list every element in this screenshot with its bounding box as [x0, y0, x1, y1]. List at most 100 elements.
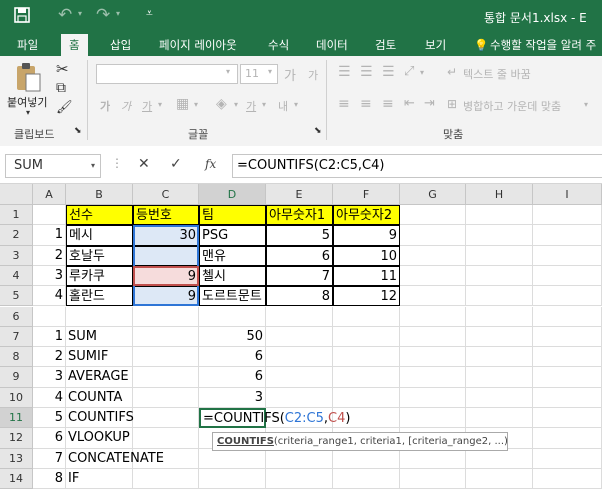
- increase-indent-icon[interactable]: ⇥: [424, 96, 435, 111]
- tab-file[interactable]: 파일: [17, 37, 38, 53]
- font-color-dropdown-icon[interactable]: ▾: [262, 100, 266, 109]
- row-header[interactable]: 2: [0, 225, 33, 246]
- borders-icon[interactable]: ▦: [176, 96, 189, 112]
- cell[interactable]: [533, 225, 602, 246]
- wrap-text-button[interactable]: 텍스트 줄 바꿈: [463, 66, 531, 82]
- cell[interactable]: [466, 245, 533, 266]
- function-result-cell[interactable]: 6: [199, 347, 266, 368]
- cell[interactable]: [533, 265, 602, 287]
- undo-dropdown-icon[interactable]: ▾: [78, 9, 82, 18]
- merge-center-button[interactable]: 병합하고 가운데 맞춤: [463, 98, 561, 114]
- increase-font-icon[interactable]: 가: [284, 65, 296, 84]
- cell[interactable]: [466, 347, 533, 368]
- cell[interactable]: [333, 367, 400, 388]
- column-header[interactable]: F: [333, 184, 400, 205]
- cell[interactable]: [400, 468, 466, 490]
- table-data-cell[interactable]: 5: [266, 225, 333, 246]
- table-data-cell[interactable]: 맨유: [199, 245, 266, 266]
- function-number-cell[interactable]: 1: [33, 326, 66, 348]
- cell[interactable]: [266, 387, 333, 408]
- cell[interactable]: [400, 367, 466, 388]
- name-box[interactable]: SUM ▾: [5, 154, 101, 178]
- cell[interactable]: [533, 286, 602, 307]
- cell[interactable]: [133, 387, 199, 408]
- row-number-cell[interactable]: 3: [33, 265, 66, 287]
- align-left-icon[interactable]: ≡: [338, 96, 350, 112]
- undo-icon[interactable]: ↶: [58, 5, 72, 25]
- table-header-cell[interactable]: 선수: [66, 205, 133, 226]
- decrease-indent-icon[interactable]: ⇤: [404, 96, 415, 111]
- cell[interactable]: [466, 326, 533, 348]
- cell[interactable]: [533, 468, 602, 490]
- row-header[interactable]: 4: [0, 265, 33, 287]
- clipboard-launcher-icon[interactable]: ⬊: [74, 126, 82, 136]
- tab-insert[interactable]: 삽입: [110, 37, 131, 53]
- align-middle-icon[interactable]: ☰: [360, 64, 373, 80]
- row-header[interactable]: 13: [0, 448, 33, 469]
- font-size-dropdown-icon[interactable]: ▾: [268, 67, 272, 76]
- function-number-cell[interactable]: 3: [33, 367, 66, 388]
- cell[interactable]: [133, 347, 199, 368]
- cell[interactable]: [133, 428, 199, 449]
- tab-review[interactable]: 검토: [375, 37, 396, 53]
- table-data-cell[interactable]: 6: [266, 245, 333, 266]
- row-number-cell[interactable]: 4: [33, 286, 66, 307]
- cell[interactable]: [400, 387, 466, 408]
- cell[interactable]: [266, 347, 333, 368]
- cell[interactable]: [466, 408, 533, 429]
- cell[interactable]: [466, 387, 533, 408]
- align-right-icon[interactable]: ≡: [382, 96, 394, 112]
- row-header[interactable]: 9: [0, 367, 33, 388]
- cancel-icon[interactable]: ✕: [138, 156, 150, 172]
- table-data-cell[interactable]: PSG: [199, 225, 266, 246]
- cell[interactable]: [33, 306, 66, 327]
- enter-icon[interactable]: ✓: [170, 156, 182, 172]
- cell[interactable]: [133, 468, 199, 490]
- function-name-cell[interactable]: IF: [66, 469, 133, 490]
- merge-center-icon[interactable]: ⊞: [447, 97, 457, 111]
- column-header[interactable]: D: [199, 184, 266, 205]
- cell[interactable]: [133, 306, 199, 327]
- name-box-dropdown-icon[interactable]: ▾: [91, 161, 95, 170]
- phonetic-icon[interactable]: 내: [278, 98, 288, 114]
- column-header[interactable]: B: [66, 184, 133, 205]
- column-header[interactable]: I: [533, 184, 602, 205]
- cell[interactable]: [133, 326, 199, 348]
- cell[interactable]: [466, 468, 533, 490]
- table-data-cell[interactable]: 12: [333, 286, 400, 307]
- tab-data[interactable]: 데이터: [316, 37, 348, 53]
- function-number-cell[interactable]: 7: [33, 448, 66, 469]
- font-name-dropdown-icon[interactable]: ▾: [226, 67, 230, 76]
- row-header[interactable]: 11: [0, 408, 33, 429]
- function-number-cell[interactable]: 2: [33, 347, 66, 368]
- cell[interactable]: [466, 225, 533, 246]
- table-header-cell[interactable]: 팀: [199, 205, 266, 226]
- table-header-cell[interactable]: 아무숫자2: [333, 205, 400, 226]
- column-header[interactable]: A: [33, 184, 66, 205]
- font-launcher-icon[interactable]: ⬊: [314, 126, 322, 136]
- align-center-icon[interactable]: ≡: [360, 96, 372, 112]
- cell[interactable]: [333, 387, 400, 408]
- borders-dropdown-icon[interactable]: ▾: [194, 100, 198, 109]
- cell[interactable]: [33, 205, 66, 226]
- function-result-cell[interactable]: 50: [199, 326, 266, 348]
- paste-icon[interactable]: [14, 62, 42, 92]
- function-name-cell[interactable]: COUNTA: [66, 388, 133, 408]
- cell[interactable]: [400, 265, 466, 287]
- cell[interactable]: [266, 306, 333, 327]
- tooltip-function-name[interactable]: COUNTIFS: [217, 436, 274, 447]
- cell[interactable]: [266, 448, 333, 469]
- orientation-dropdown-icon[interactable]: ▾: [420, 68, 424, 77]
- cell[interactable]: [533, 205, 602, 226]
- function-result-cell[interactable]: 6: [199, 367, 266, 388]
- row-number-cell[interactable]: 1: [33, 225, 66, 246]
- row-header[interactable]: 5: [0, 286, 33, 307]
- font-color-icon[interactable]: 가: [246, 98, 256, 114]
- row-header[interactable]: 12: [0, 428, 33, 449]
- underline-dropdown-icon[interactable]: ▾: [158, 100, 162, 109]
- function-name-cell[interactable]: SUM: [66, 327, 133, 348]
- cell[interactable]: [533, 367, 602, 388]
- cell[interactable]: [333, 468, 400, 490]
- cell[interactable]: [199, 306, 266, 327]
- column-header[interactable]: C: [133, 184, 199, 205]
